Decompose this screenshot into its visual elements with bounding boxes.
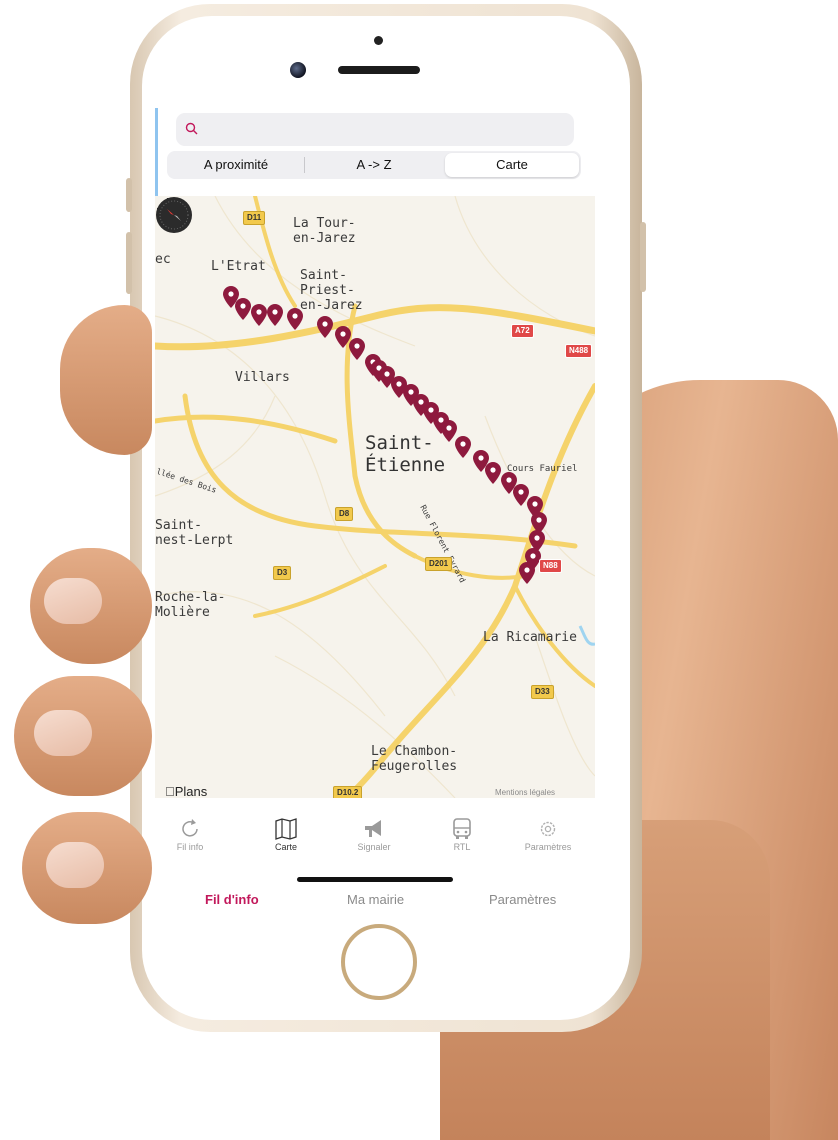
road-tag-d201: D201: [425, 557, 453, 571]
search-icon: [185, 122, 198, 135]
place-saint-etienne: Saint- Étienne: [365, 432, 446, 476]
front-camera: [290, 62, 306, 78]
finger-ring: [22, 812, 152, 924]
gear-icon: [540, 821, 556, 837]
finger-nail: [46, 842, 104, 888]
route-marker-icon[interactable]: [519, 562, 535, 584]
tab-carte[interactable]: Carte: [251, 818, 321, 852]
place-edge-label: ec: [155, 252, 171, 267]
road-tag-d10-2: D10.2: [333, 786, 363, 798]
road-tag-d11: D11: [243, 211, 266, 225]
route-marker-icon[interactable]: [235, 298, 251, 320]
segment-map[interactable]: Carte: [445, 153, 579, 177]
nav-parametres[interactable]: Paramètres: [489, 892, 556, 907]
finger-index: [30, 548, 152, 664]
place-le-chambon-feugerolles: Le Chambon- Feugerolles: [371, 744, 458, 774]
refresh-icon: [182, 819, 198, 837]
app-screen: A proximité A -> Z Carte La Tour- en-Jar…: [155, 108, 595, 910]
power-button: [640, 222, 646, 292]
tab-label: Carte: [274, 842, 297, 852]
tab-fil-info[interactable]: Fil info: [155, 818, 225, 852]
route-marker-icon[interactable]: [267, 304, 283, 326]
search-input[interactable]: [206, 117, 570, 143]
road-tag-a72: A72: [511, 324, 534, 338]
road-tag-n88: N88: [539, 559, 562, 573]
place-saint-priest-en-jarez: Saint- Priest- en-Jarez: [300, 268, 363, 313]
map-view[interactable]: La Tour- en-Jarez ec L'Etrat Saint- Prie…: [155, 196, 595, 798]
route-marker-icon[interactable]: [485, 462, 501, 484]
street-cours-fauriel: Cours Fauriel: [507, 464, 578, 474]
route-marker-icon[interactable]: [349, 338, 365, 360]
thumb: [60, 305, 152, 455]
markers-layer: [223, 286, 547, 584]
tab-label: Signaler: [357, 842, 391, 852]
place-saint-genest-lerpt: Saint- nest-Lerpt: [155, 518, 234, 548]
map-icon: [275, 818, 297, 840]
home-button[interactable]: [341, 924, 417, 1000]
home-indicator: [297, 877, 453, 882]
road-tag-n488: N488: [565, 344, 593, 358]
place-la-ricamarie: La Ricamarie: [483, 630, 577, 645]
place-villars: Villars: [235, 370, 290, 385]
tab-label: Fil info: [176, 842, 204, 852]
route-marker-icon[interactable]: [335, 326, 351, 348]
earpiece-speaker: [338, 66, 420, 74]
route-marker-icon[interactable]: [251, 304, 267, 326]
finger-nail: [44, 578, 102, 624]
segment-a-z[interactable]: A -> Z: [305, 153, 443, 177]
tab-rtl[interactable]: RTL: [427, 818, 497, 852]
tab-label: RTL: [453, 842, 471, 852]
search-bar[interactable]: [176, 113, 574, 146]
place-l-etrat: L'Etrat: [211, 259, 266, 274]
road-tag-d8: D8: [335, 507, 354, 521]
megaphone-icon: [365, 820, 381, 837]
legal-link[interactable]: Mentions légales: [495, 788, 555, 797]
tab-bar: Fil info Carte Signaler RTL Paramètres: [155, 808, 595, 868]
tab-signaler[interactable]: Signaler: [339, 818, 409, 852]
road-tag-d3: D3: [273, 566, 292, 580]
map-attribution: Plans: [165, 784, 207, 798]
place-roche-la-moliere: Roche-la- Molière: [155, 590, 226, 620]
tab-parametres[interactable]: Paramètres: [513, 818, 583, 852]
tab-label: Paramètres: [524, 842, 572, 852]
road-tag-d33: D33: [531, 685, 554, 699]
finger-middle: [14, 676, 152, 796]
route-marker-icon[interactable]: [317, 316, 333, 338]
route-marker-icon[interactable]: [513, 484, 529, 506]
bottom-nav: Fil d'info Ma mairie Paramètres: [155, 884, 595, 910]
bus-icon: [453, 818, 471, 839]
nav-ma-mairie[interactable]: Ma mairie: [347, 892, 404, 907]
nav-fil-d-info[interactable]: Fil d'info: [205, 892, 259, 907]
mute-switch: [126, 178, 132, 212]
compass-icon[interactable]: [155, 196, 193, 234]
segment-nearby[interactable]: A proximité: [169, 153, 303, 177]
proximity-sensor: [374, 36, 383, 45]
volume-up-button: [126, 232, 132, 294]
view-segmented-control: A proximité A -> Z Carte: [167, 151, 581, 179]
route-marker-icon[interactable]: [455, 436, 471, 458]
finger-nail: [34, 710, 92, 756]
place-la-tour-en-jarez: La Tour- en-Jarez: [293, 216, 356, 246]
